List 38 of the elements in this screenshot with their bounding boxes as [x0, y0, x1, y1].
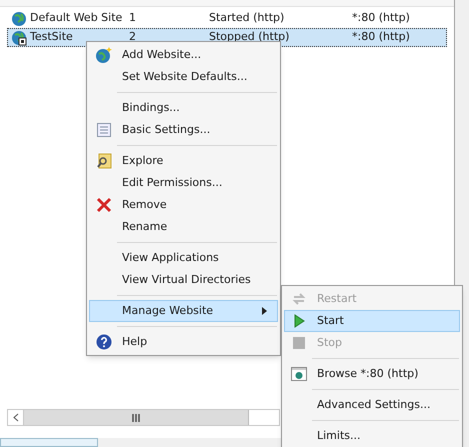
site-id: 2: [128, 29, 137, 46]
play-icon: [293, 314, 305, 328]
site-status: Stopped (http): [208, 29, 290, 46]
globe-icon: [11, 10, 27, 26]
menu-item[interactable]: Basic Settings...: [89, 119, 278, 141]
refresh-arrows-icon: [291, 291, 307, 307]
menu-item[interactable]: Add Website...: [89, 44, 278, 66]
menu-item[interactable]: Rename: [89, 216, 278, 238]
site-binding: *:80 (http): [351, 29, 410, 46]
submenu-item[interactable]: Limits...: [284, 425, 460, 447]
menu-item[interactable]: Bindings...: [89, 97, 278, 119]
stop-square-icon: [293, 337, 305, 349]
help-icon: [96, 334, 112, 350]
submenu-item[interactable]: Browse *:80 (http): [284, 363, 460, 385]
submenu-item[interactable]: Start: [284, 310, 460, 332]
menu-item[interactable]: View Virtual Directories: [89, 269, 278, 291]
submenu-item[interactable]: Advanced Settings...: [284, 394, 460, 416]
site-status: Started (http): [208, 10, 286, 26]
site-id: 1: [128, 10, 137, 26]
site-row[interactable]: Default Web Site 1 Started (http) *:80 (http): [7, 9, 447, 28]
menu-item[interactable]: Help: [89, 331, 278, 353]
horizontal-scrollbar[interactable]: [7, 409, 280, 426]
menu-item[interactable]: Set Website Defaults...: [89, 66, 278, 88]
menu-item[interactable]: View Applications: [89, 247, 278, 269]
menu-item[interactable]: Edit Permissions...: [89, 172, 278, 194]
menu-item[interactable]: Remove: [89, 194, 278, 216]
site-binding: *:80 (http): [351, 10, 410, 26]
menu-item[interactable]: Manage Website: [89, 300, 278, 322]
site-name: TestSite: [30, 29, 73, 46]
site-name: Default Web Site: [30, 10, 122, 26]
bottom-tab[interactable]: [0, 438, 98, 447]
cross-icon: [96, 197, 112, 213]
scroll-thumb[interactable]: [24, 410, 249, 425]
menu-item[interactable]: Explore: [89, 150, 278, 172]
folder-magnifier-icon: [96, 153, 112, 169]
form-icon: [96, 122, 112, 138]
browser-window-icon: [291, 367, 307, 381]
stopped-globe-icon: [11, 30, 27, 46]
